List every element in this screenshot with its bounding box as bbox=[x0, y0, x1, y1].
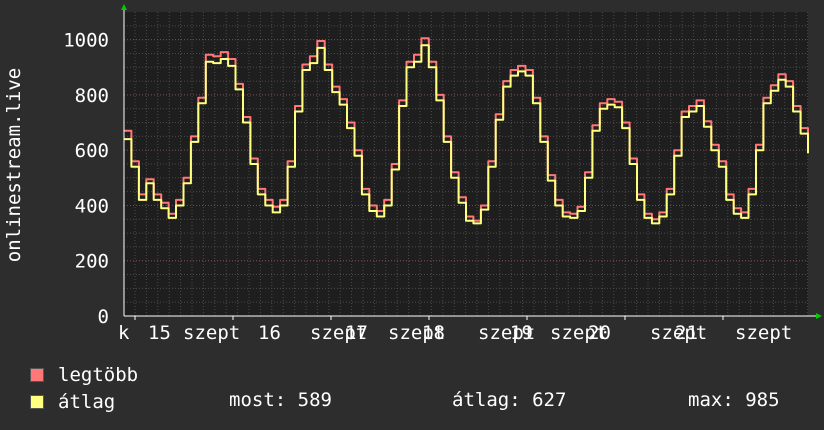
y-axis-arrow bbox=[121, 4, 127, 10]
x-tick-label: szept bbox=[735, 322, 792, 344]
x-tick-label: szept bbox=[183, 322, 240, 344]
legend-label-avg: átlag bbox=[58, 391, 116, 413]
y-tick-label: 200 bbox=[75, 251, 109, 273]
legend-label-max: legtöbb bbox=[58, 364, 139, 386]
legend-item-max: legtöbb bbox=[30, 362, 138, 388]
legend-swatch-max bbox=[30, 368, 44, 382]
y-axis-label-text: onlinestream.live bbox=[3, 67, 25, 263]
y-tick-label: 1000 bbox=[63, 30, 109, 52]
stat-max: max: 985 bbox=[688, 389, 780, 411]
x-axis-arrow bbox=[816, 313, 822, 319]
x-tick-label: k bbox=[118, 322, 130, 344]
y-tick-label: 400 bbox=[75, 195, 109, 217]
x-tick-label: 19 bbox=[510, 322, 533, 344]
stat-now: most: 589 bbox=[229, 389, 332, 411]
stat-avg: átlag: 627 bbox=[452, 389, 567, 411]
y-tick-label: 800 bbox=[75, 85, 109, 107]
legend-swatch-avg bbox=[30, 395, 44, 409]
x-tick-label: 17 bbox=[345, 322, 368, 344]
legend-item-avg: átlag bbox=[30, 389, 115, 415]
chart: 02004006008001000k 15 szept 16 szept17 szept1… bbox=[63, 4, 822, 344]
y-tick-label: 600 bbox=[75, 140, 109, 162]
x-tick-label: 20 bbox=[588, 322, 611, 344]
x-tick-label: 18 bbox=[422, 322, 445, 344]
x-tick-label: 15 bbox=[148, 322, 171, 344]
x-tick-label: 21 bbox=[675, 322, 698, 344]
y-axis-label: onlinestream.live bbox=[3, 0, 25, 340]
x-tick-label: 16 bbox=[258, 322, 281, 344]
y-tick-label: 0 bbox=[98, 306, 109, 328]
